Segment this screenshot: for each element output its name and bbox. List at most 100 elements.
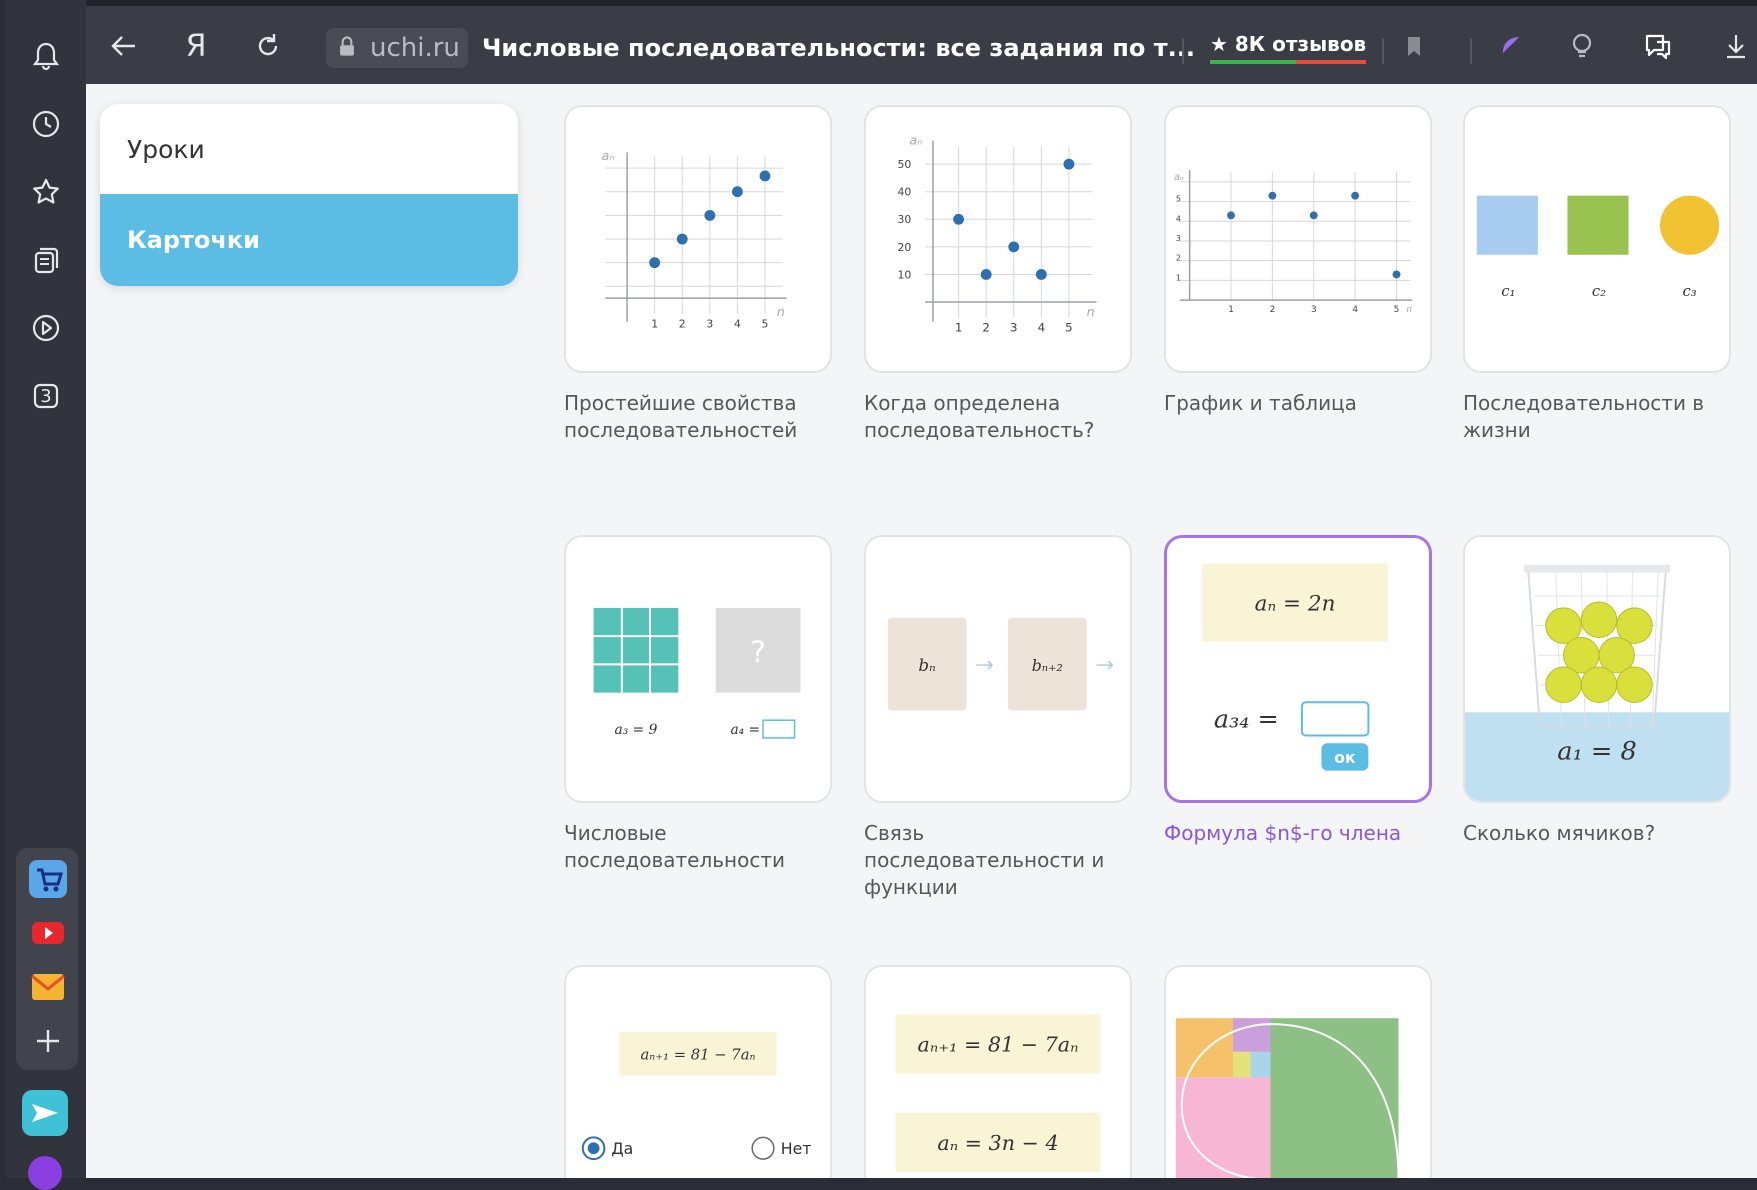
youtube-app-icon[interactable] bbox=[29, 914, 67, 952]
menu-item-lessons[interactable]: Уроки bbox=[100, 104, 518, 194]
reload-icon[interactable] bbox=[250, 28, 286, 64]
recurrence-illustration: aₙ₊₁ = 81 − 7aₙ aₙ = 3n − 4 bbox=[895, 1014, 1101, 1172]
page-title: Числовые последовательности: все задания… bbox=[482, 34, 1195, 62]
formula-text: aₙ = 3n − 4 bbox=[937, 1131, 1058, 1155]
x-tick: 1 bbox=[1228, 305, 1234, 315]
formula-illustration: aₙ = 2n a₃₄ = ок bbox=[1202, 563, 1388, 771]
basket-illustration: a₁ = 8 bbox=[1465, 564, 1729, 801]
x-tick: 2 bbox=[679, 318, 686, 331]
x-tick: 5 bbox=[1394, 305, 1400, 315]
menu-item-cards[interactable]: Карточки bbox=[100, 194, 518, 286]
y-tick: 50 bbox=[898, 158, 912, 171]
card-number-sequences[interactable]: ? a₃ = 9 a₄ = bbox=[564, 535, 832, 803]
section-menu: Уроки Карточки bbox=[100, 104, 518, 286]
yes-option: Да bbox=[611, 1139, 633, 1158]
sidebar-apps bbox=[16, 848, 78, 1070]
card-how-many-balls[interactable]: a₁ = 8 bbox=[1463, 535, 1731, 803]
page-content: Уроки Карточки 1 2 3 4 5 aₙ n Простейшие… bbox=[86, 84, 1757, 1178]
y-axis-label: aₙ bbox=[909, 133, 922, 148]
y-tick: 1 bbox=[1176, 273, 1181, 282]
address-bar[interactable]: uchi.ru bbox=[326, 28, 468, 68]
y-tick: 5 bbox=[1176, 195, 1181, 204]
bell-icon[interactable] bbox=[26, 36, 66, 76]
x-tick: 2 bbox=[982, 321, 990, 335]
card-graph-and-table[interactable]: 5 4 3 2 1 1 2 3 4 5 aₙ n bbox=[1164, 105, 1432, 373]
card-caption[interactable]: Сколько мячиков? bbox=[1463, 820, 1733, 847]
feather-icon[interactable] bbox=[1492, 28, 1528, 64]
scatter-graph-illustration: 1 2 3 4 5 aₙ n bbox=[601, 149, 787, 331]
yandex-logo-icon[interactable]: Я bbox=[178, 28, 214, 64]
divider bbox=[1470, 38, 1472, 64]
x-axis-label: n bbox=[777, 305, 785, 320]
card-when-defined[interactable]: 50 40 30 20 10 1 2 3 4 5 aₙ n bbox=[864, 105, 1132, 373]
card-nth-term-formula[interactable]: aₙ = 2n a₃₄ = ок bbox=[1164, 535, 1432, 803]
y-tick: 20 bbox=[898, 241, 912, 254]
question-mark: ? bbox=[750, 635, 766, 669]
y-axis-label: aₙ bbox=[601, 149, 614, 164]
card-caption[interactable]: Связь последовательности и функции bbox=[864, 820, 1134, 901]
card-caption[interactable]: График и таблица bbox=[1164, 390, 1434, 417]
lock-icon bbox=[340, 36, 354, 56]
scatter-graph-illustration: 5 4 3 2 1 1 2 3 4 5 aₙ n bbox=[1174, 170, 1412, 315]
tabs-count-icon[interactable]: 3 bbox=[26, 376, 66, 416]
fibonacci-spiral-illustration bbox=[1175, 1018, 1400, 1178]
scatter-graph-illustration: 50 40 30 20 10 1 2 3 4 5 aₙ n bbox=[898, 133, 1097, 335]
lightbulb-icon[interactable] bbox=[1564, 28, 1600, 64]
card-sequence-function[interactable]: bₙ bₙ₊₂ bbox=[864, 535, 1132, 803]
back-arrow-icon[interactable] bbox=[106, 28, 142, 64]
no-option: Нет bbox=[781, 1139, 812, 1158]
yes-no-illustration: aₙ₊₁ = 81 − 7aₙ Да Нет bbox=[581, 1032, 812, 1161]
y-axis-label: aₙ bbox=[1174, 172, 1184, 183]
x-tick: 3 bbox=[1010, 321, 1018, 335]
question-text: a₃₄ = bbox=[1214, 704, 1279, 734]
alice-app-icon[interactable] bbox=[28, 1156, 62, 1190]
card-yes-no[interactable]: aₙ₊₁ = 81 − 7aₙ Да Нет bbox=[564, 965, 832, 1178]
x-tick: 4 bbox=[734, 318, 741, 331]
reviews-badge[interactable]: ★ 8К отзывов bbox=[1210, 32, 1367, 64]
shape-label: c₂ bbox=[1592, 283, 1606, 300]
video-icon[interactable] bbox=[26, 308, 66, 348]
formula-text: aₙ = 2n bbox=[1255, 591, 1336, 616]
download-icon[interactable] bbox=[1718, 28, 1754, 64]
browser-toolbar: Я uchi.ru Числовые последовательности: в… bbox=[86, 0, 1757, 84]
x-tick: 5 bbox=[762, 318, 769, 331]
x-tick: 3 bbox=[706, 318, 713, 331]
divider bbox=[1182, 38, 1184, 64]
card-recurrence[interactable]: aₙ₊₁ = 81 − 7aₙ aₙ = 3n − 4 bbox=[864, 965, 1132, 1178]
ball-count-label: a₁ = 8 bbox=[1557, 737, 1637, 767]
messenger-app-icon[interactable] bbox=[22, 1090, 68, 1136]
card-caption[interactable]: Числовые последовательности bbox=[564, 820, 834, 874]
card-caption[interactable]: Когда определена последовательность? bbox=[864, 390, 1134, 444]
card-sequences-in-life[interactable]: c₁ c₂ c₃ bbox=[1463, 105, 1731, 373]
answer-input bbox=[1300, 701, 1370, 737]
mail-app-icon[interactable] bbox=[29, 968, 67, 1006]
sequence-boxes-illustration: bₙ bₙ₊₂ bbox=[887, 617, 1114, 711]
y-tick: 10 bbox=[898, 268, 912, 281]
x-tick: 4 bbox=[1038, 321, 1046, 335]
card-simple-properties[interactable]: 1 2 3 4 5 aₙ n bbox=[564, 105, 832, 373]
shape-label: c₁ bbox=[1501, 283, 1515, 300]
formula-text: aₙ₊₁ = 81 − 7aₙ bbox=[918, 1033, 1079, 1057]
y-tick: 30 bbox=[898, 213, 912, 226]
y-tick: 40 bbox=[898, 186, 912, 199]
x-tick: 2 bbox=[1270, 305, 1276, 315]
x-tick: 3 bbox=[1311, 305, 1317, 315]
star-icon[interactable] bbox=[26, 172, 66, 212]
bookmark-icon[interactable] bbox=[1396, 28, 1432, 64]
y-tick: 2 bbox=[1176, 254, 1181, 263]
card-caption[interactable]: Последовательности в жизни bbox=[1463, 390, 1733, 444]
ok-label: ок bbox=[1334, 748, 1356, 767]
card-fibonacci-spiral[interactable] bbox=[1164, 965, 1432, 1178]
add-app-icon[interactable] bbox=[29, 1022, 67, 1060]
card-caption[interactable]: Формула $n$-го члена bbox=[1164, 820, 1434, 847]
answer-box bbox=[762, 719, 796, 739]
collections-icon[interactable] bbox=[26, 240, 66, 280]
card-caption[interactable]: Простейшие свойства последовательностей bbox=[564, 390, 834, 444]
formula-text: aₙ₊₁ = 81 − 7aₙ bbox=[641, 1047, 756, 1064]
b-label: bₙ bbox=[918, 655, 936, 675]
market-app-icon[interactable] bbox=[29, 860, 67, 898]
history-icon[interactable] bbox=[26, 104, 66, 144]
b-label: bₙ₊₂ bbox=[1032, 656, 1063, 675]
x-tick: 1 bbox=[955, 321, 963, 335]
translate-icon[interactable] bbox=[1640, 28, 1676, 64]
